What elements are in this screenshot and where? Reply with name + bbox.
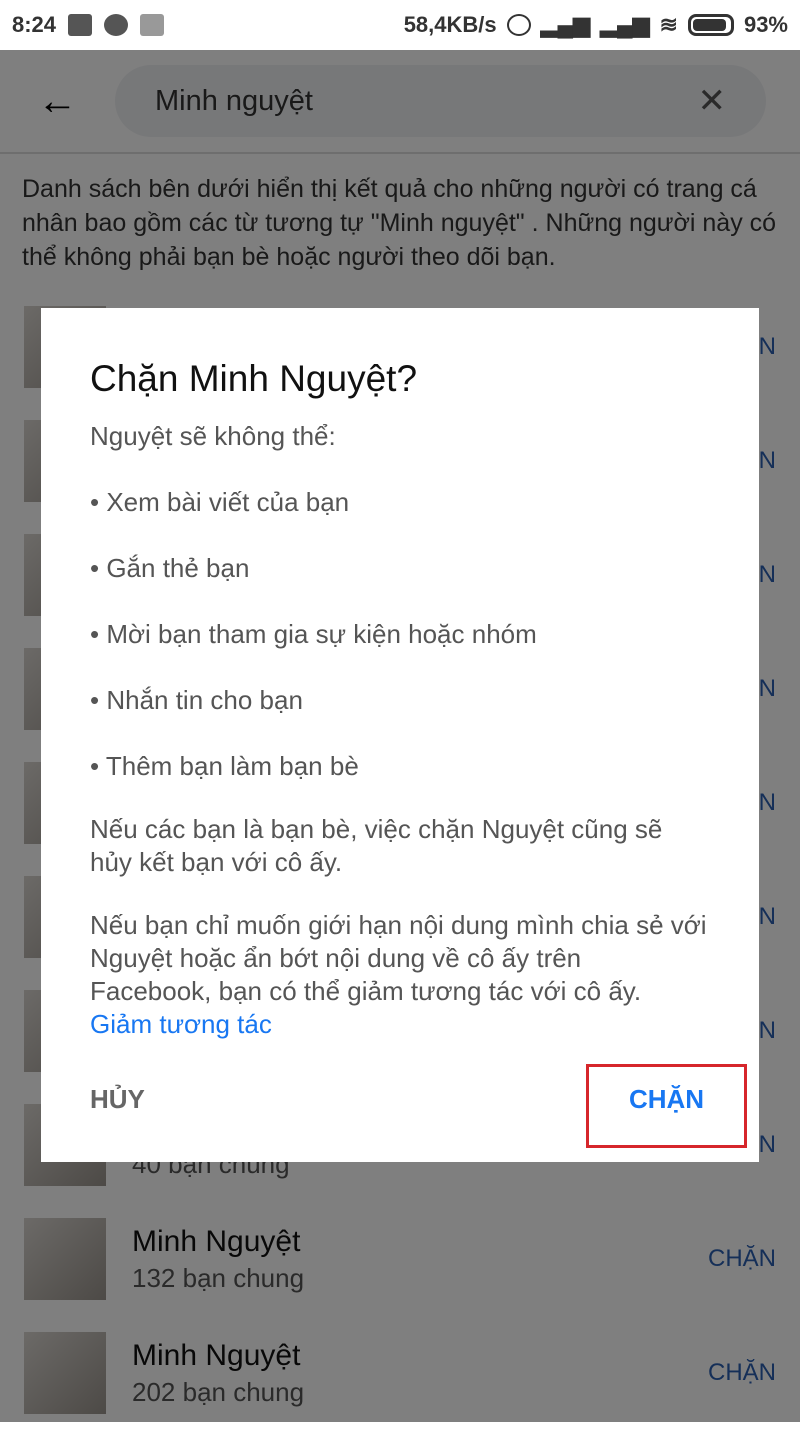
alarm-icon (506, 14, 531, 36)
battery-icon (687, 14, 734, 36)
dialog-intro: Nguyệt sẽ không thể: (90, 421, 336, 451)
status-bar: 8:24 58,4KB/s ▂▄▆ ▂▄▆ ≋ 93% (0, 0, 800, 50)
confirm-block-button[interactable]: CHẶN (586, 1064, 747, 1148)
restriction-item: • Mời bạn tham gia sự kiện hoặc nhóm (90, 619, 537, 649)
app-icon (140, 14, 165, 36)
restriction-item: • Gắn thẻ bạn (90, 553, 250, 583)
chrome-icon (104, 14, 129, 36)
restrict-note: Nếu bạn chỉ muốn giới hạn nội dung mình … (90, 909, 709, 1041)
reduce-interaction-link[interactable]: Giảm tương tác (90, 1009, 272, 1039)
battery-percent: 93% (743, 12, 788, 37)
signal-icon: ▂▄▆ (540, 12, 591, 37)
net-speed: 58,4KB/s (403, 12, 497, 37)
clock: 8:24 (12, 12, 57, 37)
restrict-note-text: Nếu bạn chỉ muốn giới hạn nội dung mình … (90, 910, 707, 1006)
confirm-block-label: CHẶN (628, 1083, 705, 1114)
cancel-button[interactable]: HỦY (90, 1084, 145, 1115)
message-icon (68, 14, 93, 36)
dialog-title: Chặn Minh Nguyệt? (90, 358, 418, 399)
signal-icon-2: ▂▄▆ (600, 12, 650, 37)
restriction-item: • Thêm bạn làm bạn bè (90, 751, 359, 781)
restriction-item: • Nhắn tin cho bạn (90, 685, 303, 715)
unfriend-note: Nếu các bạn là bạn bè, việc chặn Nguyệt … (90, 814, 663, 877)
block-dialog: Chặn Minh Nguyệt? Nguyệt sẽ không thể: •… (41, 308, 759, 1162)
wifi-icon: ≋ (659, 12, 678, 37)
restriction-item: • Xem bài viết của bạn (90, 487, 350, 517)
